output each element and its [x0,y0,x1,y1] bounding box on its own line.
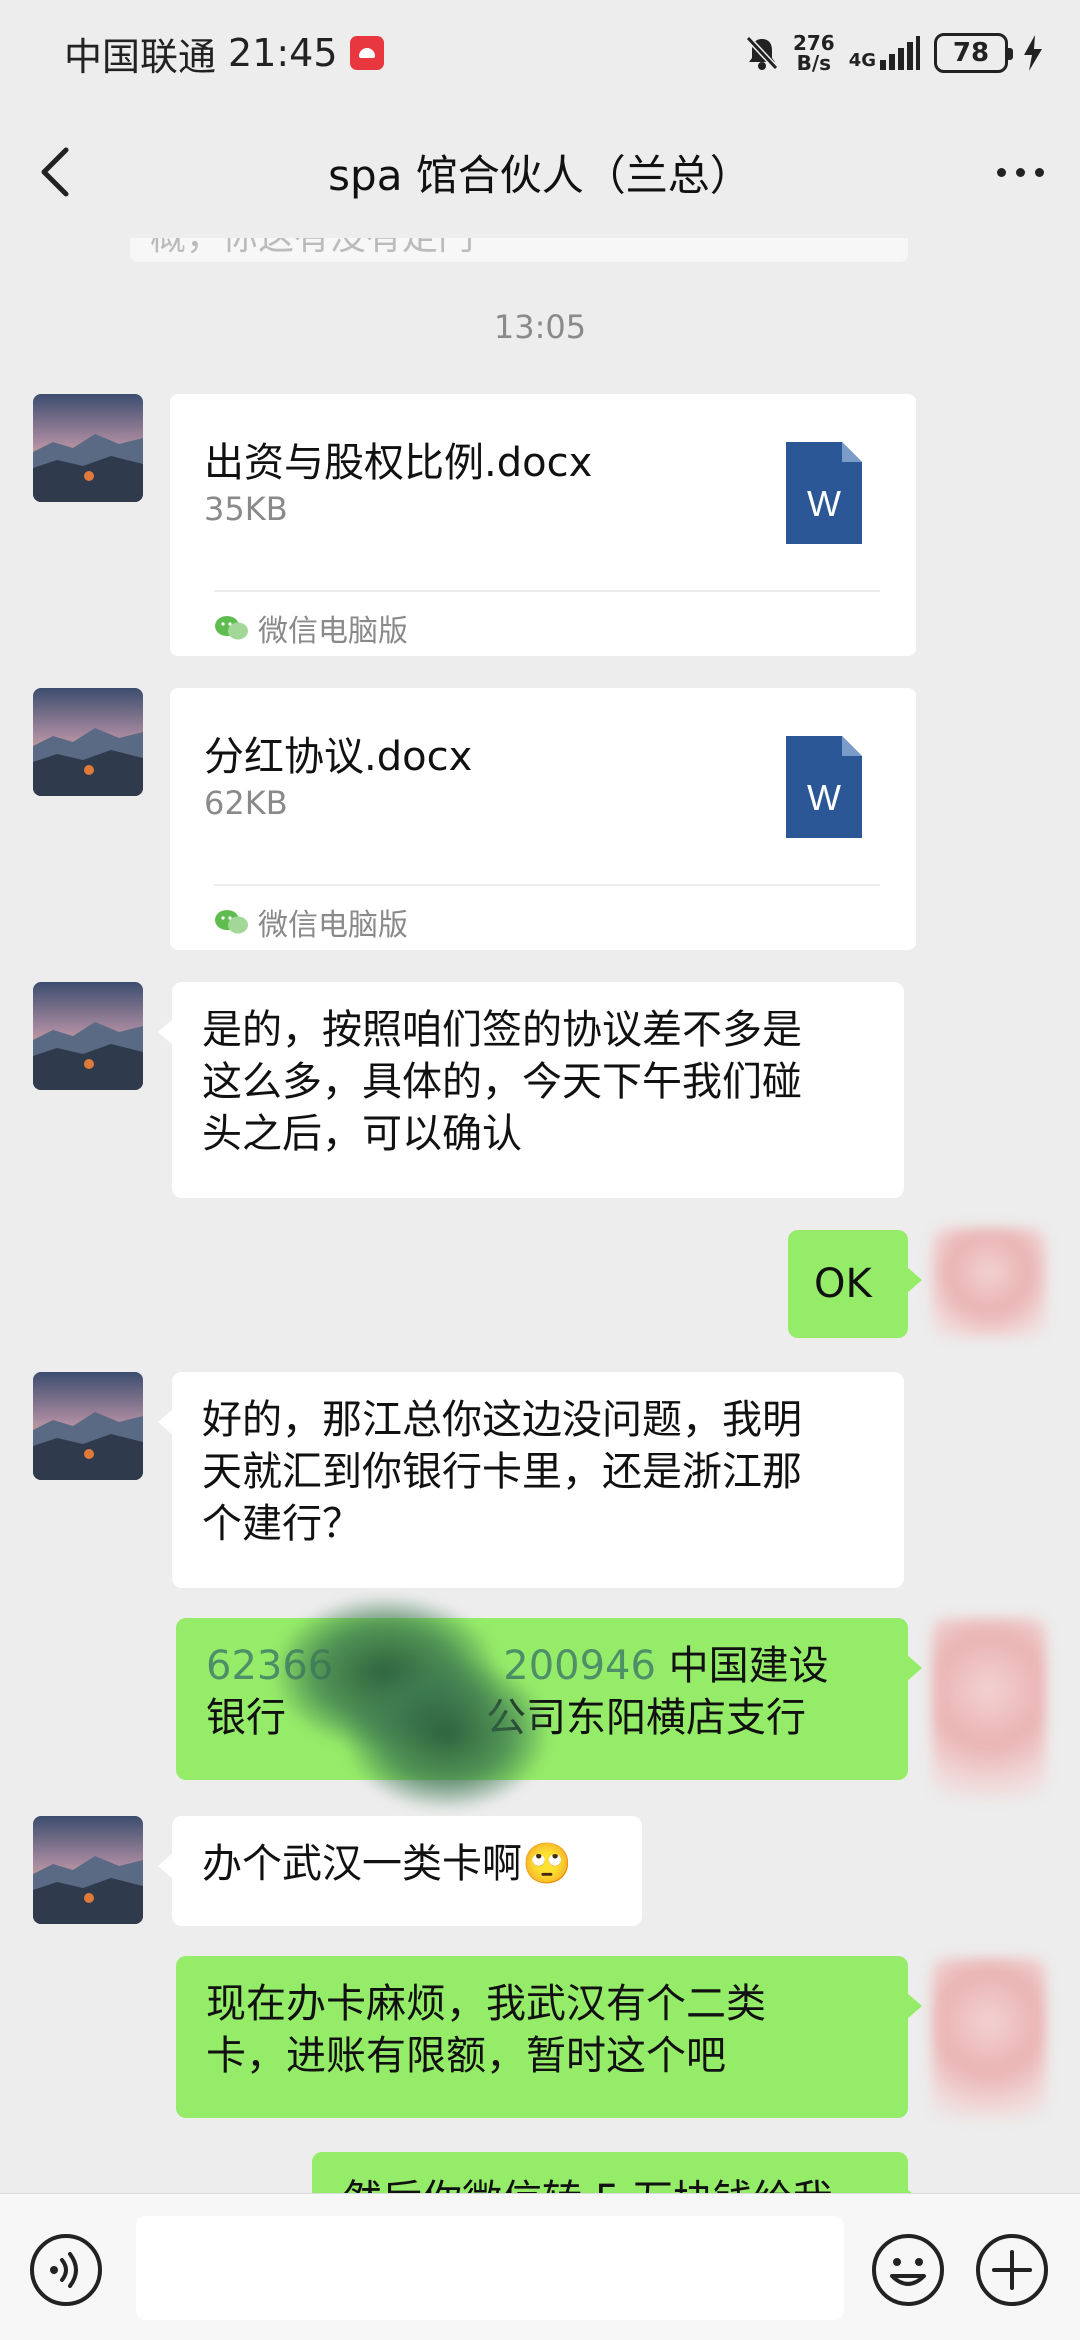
file-size: 35KB [204,490,288,528]
back-button[interactable] [28,140,88,204]
avatar-image [33,394,143,502]
net-speed: 276 B/s [792,31,835,75]
file-source: 微信电脑版 [214,900,408,944]
wechat-icon [215,616,248,640]
status-left: 中国联通 21:45 [64,26,384,81]
chevron-left-icon [41,147,69,197]
contact-avatar[interactable] [33,1816,143,1924]
contact-avatar[interactable] [33,394,143,502]
svg-text:W: W [807,483,841,524]
more-dot-icon [996,167,1006,177]
contact-avatar[interactable] [33,1372,143,1480]
message-bubble-outgoing[interactable]: OK [788,1230,922,1338]
redaction-smear [346,1658,546,1808]
carrier-label: 中国联通 [64,34,217,79]
emoji-button[interactable] [870,2232,946,2308]
file-name: 分红协议.docx [204,734,473,780]
avatar-image [33,1816,143,1924]
emoji-icon [872,2234,944,2306]
file-size: 62KB [204,784,288,822]
avatar-image [33,688,143,796]
chat-header: spa 馆合伙人（兰总） [0,106,1080,238]
more-dot-icon [1015,167,1025,177]
file-name: 出资与股权比例.docx [204,440,593,486]
file-source: 微信电脑版 [214,606,408,650]
file-message[interactable]: 出资与股权比例.docx 35KB W 微信电脑版 [170,394,916,656]
battery-indicator: 78 [934,33,1013,73]
chat-area[interactable]: 概，你这有没有定门 13:05 出资与股权比例.docx 35KB W [0,238,1080,2193]
self-avatar-blurred[interactable] [932,1228,1046,1338]
word-doc-icon: W [786,736,862,838]
more-dot-icon [1034,167,1044,177]
plus-icon [976,2234,1048,2306]
message-input[interactable] [136,2216,844,2320]
message-bubble-outgoing[interactable]: 现在办卡麻烦，我武汉有个二类 卡，进账有限额，暂时这个吧 [176,1956,922,2118]
input-bar [0,2193,1080,2340]
signal-bars-icon [880,36,920,70]
message-bubble-incoming[interactable]: 好的，那江总你这边没问题，我明 天就汇到你银行卡里，还是浙江那 个建行？ [158,1372,904,1588]
divider [214,884,880,886]
avatar-image [33,1372,143,1480]
signal: 4G [849,36,920,70]
wechat-icon [215,910,248,934]
divider [214,590,880,592]
huawei-app-icon [349,36,384,70]
network-type: 4G [848,50,876,71]
previous-message-fragment: 概，你这有没有定门 [130,238,908,262]
message-bubble-incoming[interactable]: 办个武汉一类卡啊🙄 [158,1816,642,1926]
message-bubble-outgoing[interactable]: 然后你微信转 5 万块钱给我 [312,2152,922,2193]
voice-icon [30,2234,102,2306]
svg-text:W: W [807,777,841,818]
more-functions-button[interactable] [974,2232,1050,2308]
charging-bolt-icon [1024,35,1042,71]
message-bubble-outgoing[interactable]: 62366 200946 中国建设 银行 公司东阳横店支行 [176,1598,922,1808]
chat-title: spa 馆合伙人（兰总） [328,150,752,200]
contact-avatar[interactable] [33,688,143,796]
self-avatar-blurred[interactable] [932,1958,1046,2118]
self-avatar-blurred[interactable] [932,1618,1046,1798]
contact-avatar[interactable] [33,982,143,1090]
word-doc-icon: W [786,442,862,544]
clock: 21:45 [228,31,338,75]
message-bubble-incoming[interactable]: 是的，按照咱们签的协议差不多是 这么多，具体的，今天下午我们碰 头之后，可以确认 [158,982,904,1198]
voice-button[interactable] [28,2232,104,2308]
status-right: 276 B/s 4G 78 [745,33,1044,73]
avatar-image [33,982,143,1090]
file-message[interactable]: 分红协议.docx 62KB W 微信电脑版 [170,688,916,950]
more-options-button[interactable] [988,140,1052,204]
status-bar: 中国联通 21:45 276 B/s 4G 78 [0,0,1080,106]
mute-bell-icon [745,35,779,71]
timestamp: 13:05 [493,308,587,346]
